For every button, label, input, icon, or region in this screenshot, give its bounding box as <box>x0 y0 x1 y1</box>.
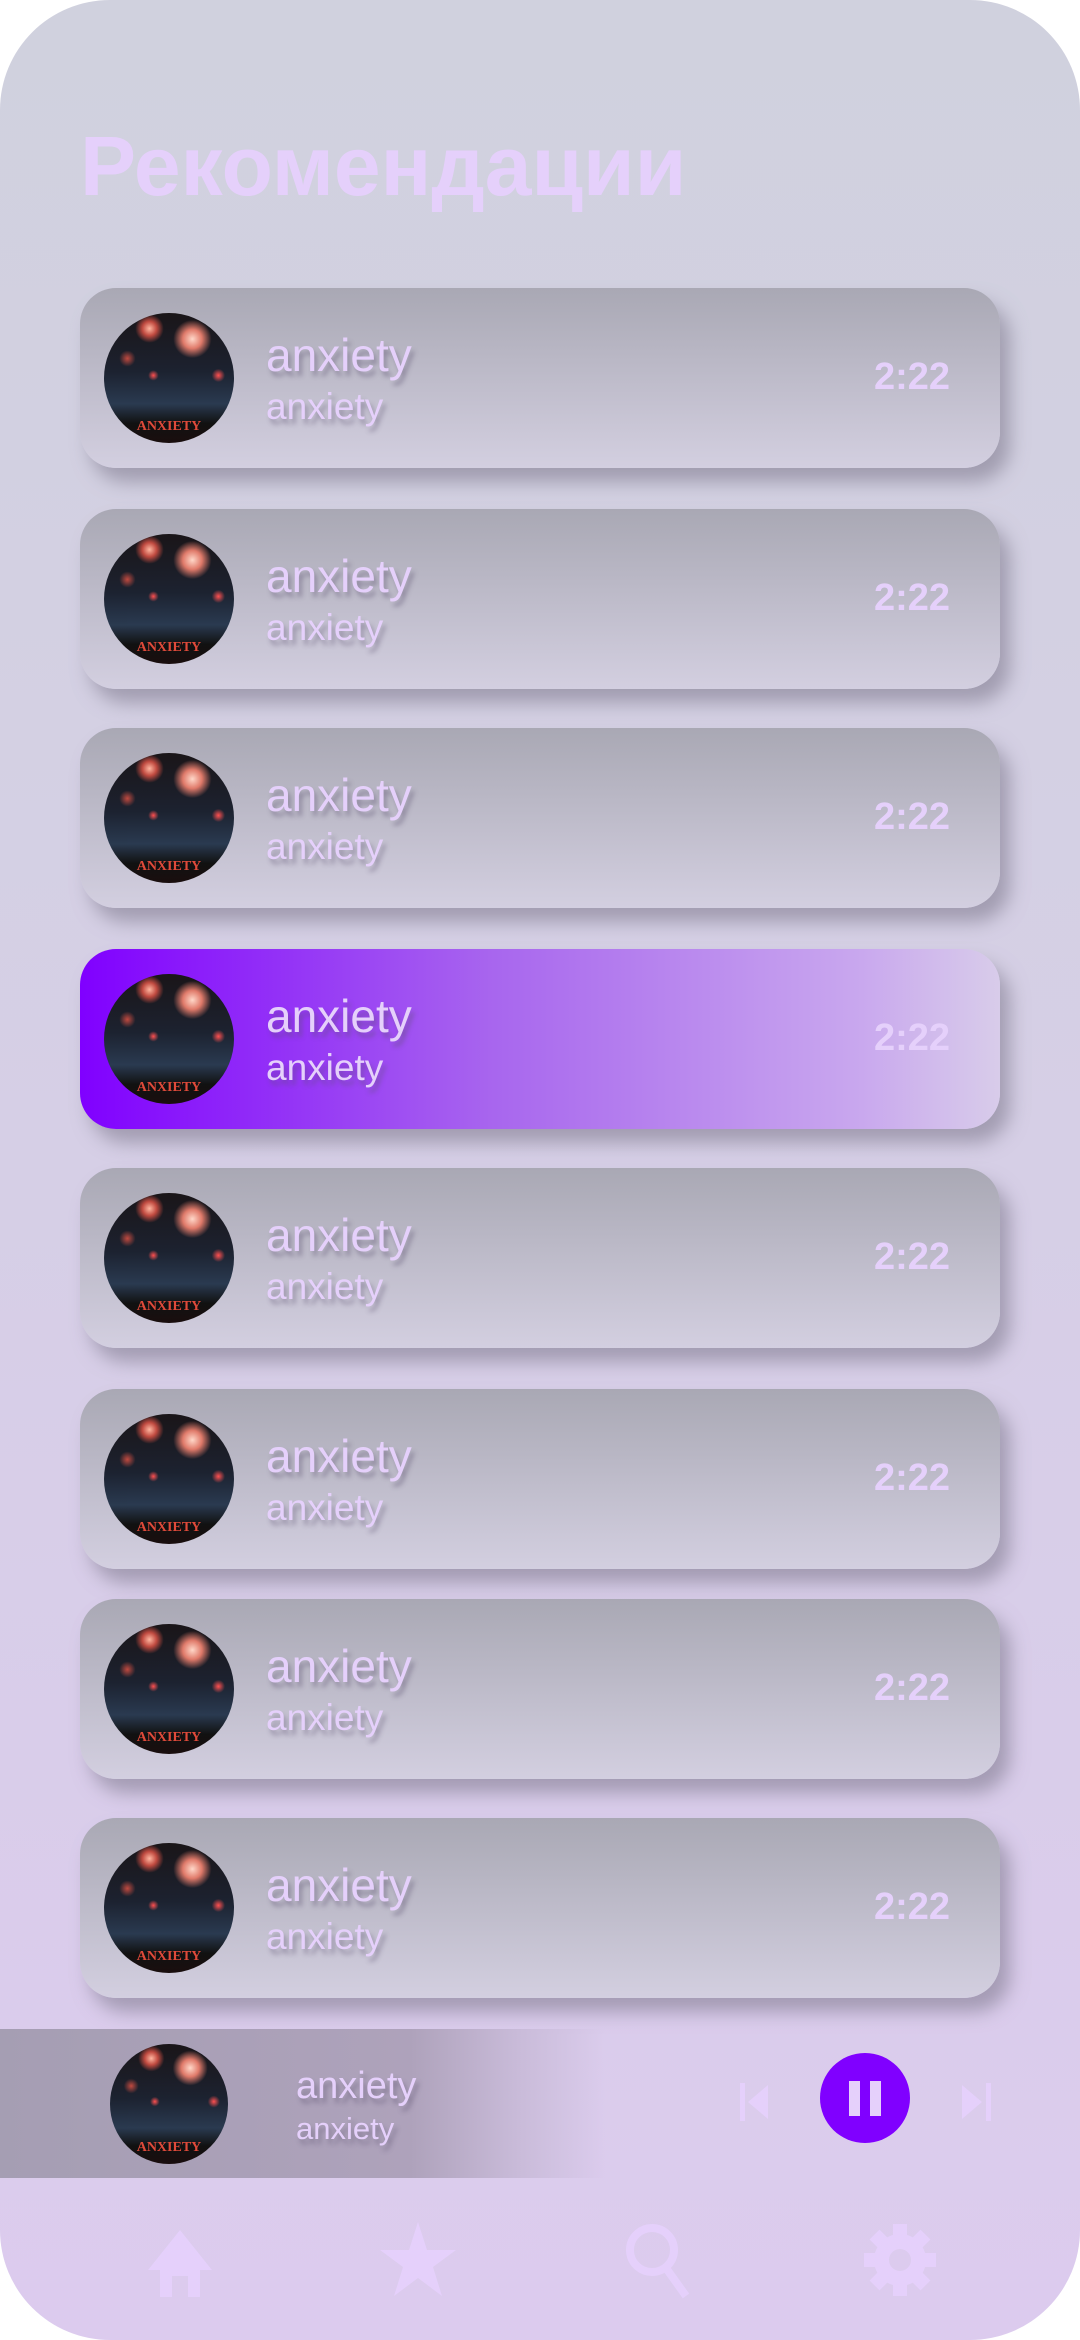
track-title: anxiety <box>266 1859 412 1911</box>
album-logo: ANXIETY <box>136 1949 202 1964</box>
track-title: anxiety <box>266 1209 412 1261</box>
player-artist: anxiety <box>296 2111 395 2146</box>
album-logo: ANXIETY <box>136 640 202 655</box>
track-artist: anxiety <box>266 826 384 867</box>
track-title: anxiety <box>266 329 412 381</box>
track-title: anxiety <box>266 550 412 602</box>
track-duration: 2:22 <box>873 796 950 838</box>
album-art: ANXIETY <box>104 753 234 883</box>
album-art: ANXIETY <box>104 534 234 664</box>
pause-icon <box>849 2080 860 2116</box>
player-title: anxiety <box>296 2065 417 2107</box>
album-logo: ANXIETY <box>136 1730 202 1745</box>
album-art: ANXIETY <box>104 1843 234 1973</box>
search-icon[interactable] <box>620 2220 700 2300</box>
album-logo: ANXIETY <box>136 1299 202 1314</box>
track-item[interactable]: ANXIETY anxiety anxiety 2:22 <box>80 1599 1000 1779</box>
pause-button[interactable] <box>820 2053 910 2143</box>
track-item[interactable]: ANXIETY anxiety anxiety 2:22 <box>80 949 1000 1129</box>
track-artist: anxiety <box>266 1697 384 1738</box>
track-duration: 2:22 <box>873 1236 950 1278</box>
album-art: ANXIETY <box>104 1414 234 1544</box>
track-artist: anxiety <box>266 1266 384 1307</box>
album-logo: ANXIETY <box>136 419 202 434</box>
track-title: anxiety <box>266 769 412 821</box>
album-art: ANXIETY <box>104 1624 234 1754</box>
track-title: anxiety <box>266 1430 412 1482</box>
next-icon[interactable] <box>958 2079 994 2125</box>
track-duration: 2:22 <box>873 356 950 398</box>
track-item[interactable]: ANXIETY anxiety anxiety 2:22 <box>80 1389 1000 1569</box>
screen: Рекомендации ANXIETY anxiety anxiety 2:2… <box>0 0 1080 2340</box>
album-logo: ANXIETY <box>136 2140 202 2155</box>
track-artist: anxiety <box>266 607 384 648</box>
track-duration: 2:22 <box>873 1017 950 1059</box>
album-art: ANXIETY <box>104 974 234 1104</box>
album-logo: ANXIETY <box>136 1520 202 1535</box>
track-item[interactable]: ANXIETY anxiety anxiety 2:22 <box>80 288 1000 468</box>
album-logo: ANXIETY <box>136 1080 202 1095</box>
track-duration: 2:22 <box>873 1457 950 1499</box>
track-item[interactable]: ANXIETY anxiety anxiety 2:22 <box>80 1818 1000 1998</box>
track-artist: anxiety <box>266 1047 384 1088</box>
track-item[interactable]: ANXIETY anxiety anxiety 2:22 <box>80 1168 1000 1348</box>
gear-icon[interactable] <box>860 2220 940 2300</box>
track-title: anxiety <box>266 990 412 1042</box>
track-duration: 2:22 <box>873 1886 950 1928</box>
track-artist: anxiety <box>266 1487 384 1528</box>
star-icon[interactable] <box>378 2220 458 2300</box>
track-duration: 2:22 <box>873 1667 950 1709</box>
album-art: ANXIETY <box>104 313 234 443</box>
home-icon[interactable] <box>140 2220 220 2300</box>
track-item[interactable]: ANXIETY anxiety anxiety 2:22 <box>80 728 1000 908</box>
page-title: Рекомендации <box>80 119 687 213</box>
track-duration: 2:22 <box>873 577 950 619</box>
track-artist: anxiety <box>266 1916 384 1957</box>
previous-icon[interactable] <box>738 2079 774 2125</box>
track-artist: anxiety <box>266 386 384 427</box>
album-art: ANXIETY <box>104 1193 234 1323</box>
track-title: anxiety <box>266 1640 412 1692</box>
mini-player[interactable]: ANXIETY anxiety anxiety <box>0 2029 1080 2178</box>
album-art: ANXIETY <box>110 2044 228 2164</box>
track-item[interactable]: ANXIETY anxiety anxiety 2:22 <box>80 509 1000 689</box>
album-logo: ANXIETY <box>136 859 202 874</box>
